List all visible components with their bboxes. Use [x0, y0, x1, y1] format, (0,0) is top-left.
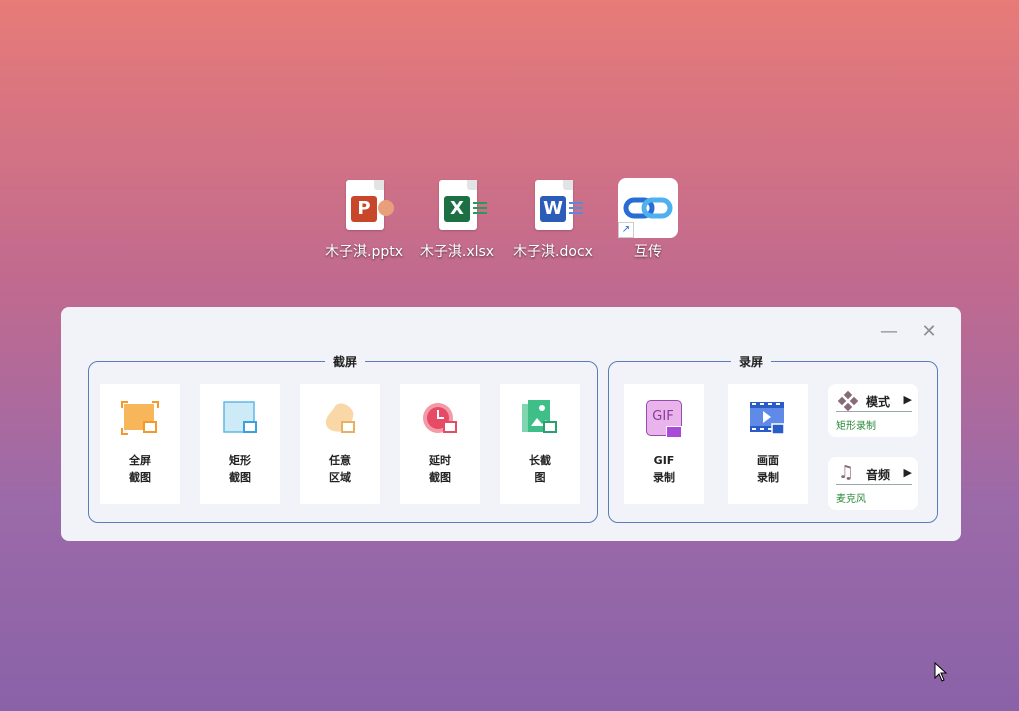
word-icon: W: [540, 196, 566, 222]
tile-label-line1: 延时: [429, 454, 451, 467]
long-capture-button[interactable]: 长截图: [500, 384, 580, 504]
diamond-grid-icon: [837, 390, 859, 415]
rectangle-icon: [220, 398, 260, 438]
gif-icon-text: GIF: [652, 409, 674, 424]
excel-icon: X: [444, 196, 470, 222]
group-title: 截屏: [325, 353, 366, 370]
tile-label-line1: 长截: [529, 454, 551, 467]
tile-label-line1: GIF: [653, 454, 675, 467]
gif-record-button[interactable]: GIF GIF 录制: [624, 384, 704, 504]
tile-label-line2: 截图: [429, 471, 451, 484]
gif-icon: GIF: [644, 398, 684, 438]
audio-value: 麦克风: [836, 494, 866, 505]
fullscreen-icon: [120, 398, 160, 438]
desktop-icon-hutransfer[interactable]: ↗ 互传: [603, 178, 693, 261]
audio-label: 音频: [866, 468, 891, 482]
audio-selector[interactable]: ♫ 音频 ▶ 麦克风: [828, 457, 918, 510]
minimize-icon[interactable]: —: [880, 323, 898, 341]
mouse-cursor-icon: [934, 661, 948, 686]
tile-label-line1: 任意: [329, 454, 351, 467]
tile-label-line2: 录制: [757, 471, 779, 484]
desktop-icon-docx[interactable]: W 木子淇.docx: [508, 178, 598, 261]
screenshot-group: 截屏 全屏 截图 矩形 截图 任意 区域 延时 截图 长截 图: [88, 353, 598, 523]
screen-record-button[interactable]: 画面 录制: [728, 384, 808, 504]
freeform-capture-button[interactable]: 任意 区域: [300, 384, 380, 504]
music-note-icon: ♫: [838, 462, 855, 483]
shortcut-arrow-icon: ↗: [618, 222, 634, 238]
pie-chart-icon: [378, 200, 394, 216]
desktop-icon-label: 木子淇.docx: [513, 244, 593, 260]
desktop-icon-label: 木子淇.pptx: [325, 244, 403, 260]
tile-label-line1: 矩形: [229, 454, 251, 467]
mode-value: 矩形录制: [836, 421, 876, 432]
powerpoint-icon: P: [351, 196, 377, 222]
tile-label-line2: 截图: [229, 471, 251, 484]
tile-label-line2: 截图: [129, 471, 151, 484]
triangle-right-icon: ▶: [903, 466, 912, 479]
desktop-icon-xlsx[interactable]: X 木子淇.xlsx: [412, 178, 502, 261]
record-group: 录屏 GIF GIF 录制 画面 录制 模式 ▶ 矩形录制 ♫ 音频 ▶ 麦克风: [608, 353, 938, 523]
film-icon: [748, 398, 788, 438]
mode-label: 模式: [866, 395, 891, 409]
tile-label-line2: 录制: [653, 471, 675, 484]
rect-capture-button[interactable]: 矩形 截图: [200, 384, 280, 504]
triangle-right-icon: ▶: [903, 393, 912, 406]
desktop-icon-label: 互传: [634, 244, 662, 260]
group-title: 录屏: [731, 353, 772, 370]
freeform-icon: [320, 398, 360, 438]
tile-label-line2: 图: [534, 471, 546, 484]
desktop-icon-label: 木子淇.xlsx: [419, 244, 495, 260]
fullscreen-capture-button[interactable]: 全屏 截图: [100, 384, 180, 504]
tile-label-line1: 画面: [757, 454, 779, 467]
desktop-icon-pptx[interactable]: P 木子淇.pptx: [319, 178, 409, 261]
tile-label-line2: 区域: [329, 471, 351, 484]
close-icon[interactable]: ✕: [920, 323, 938, 341]
mode-selector[interactable]: 模式 ▶ 矩形录制: [828, 384, 918, 437]
capture-panel: — ✕ 截屏 全屏 截图 矩形 截图 任意 区域 延时 截图 长截 图 录屏 G…: [61, 307, 961, 541]
long-image-icon: [520, 398, 560, 438]
tile-label-line1: 全屏: [129, 454, 151, 467]
clock-icon: [420, 398, 460, 438]
delay-capture-button[interactable]: 延时 截图: [400, 384, 480, 504]
